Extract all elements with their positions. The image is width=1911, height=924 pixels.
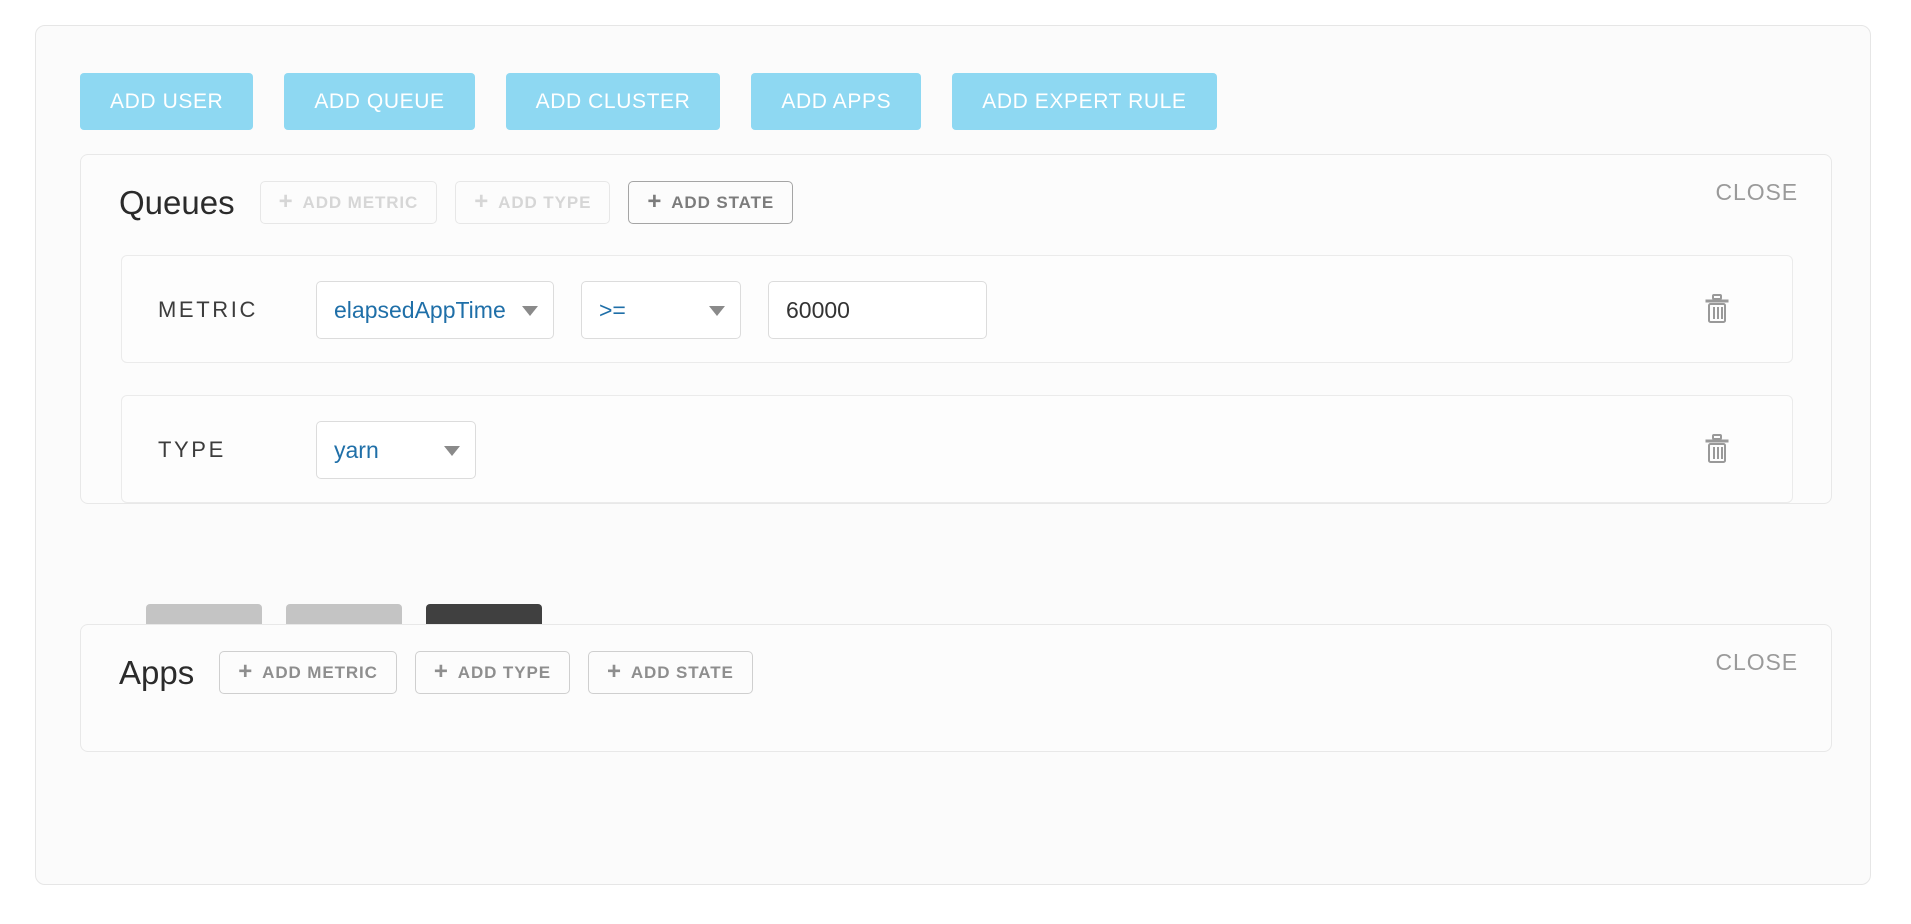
queues-add-type-label: ADD TYPE [498,192,592,212]
delete-metric-condition-button[interactable] [1704,294,1730,324]
chevron-down-icon [444,446,460,456]
condition-label-type: TYPE [158,437,226,462]
rule-builder-page: ADD USER ADD QUEUE ADD CLUSTER ADD APPS … [0,0,1911,924]
add-apps-button[interactable]: ADD APPS [751,73,922,130]
metric-name-value: elapsedAppTime [334,296,506,323]
add-expert-rule-button[interactable]: ADD EXPERT RULE [952,73,1217,130]
apps-add-metric-label: ADD METRIC [262,662,378,682]
chevron-down-icon [709,306,725,316]
queues-add-state-button[interactable]: + ADD STATE [628,181,794,224]
apps-add-state-label: ADD STATE [630,662,734,682]
condition-label-metric: METRIC [158,297,258,322]
condition-fields-metric: elapsedAppTime >= [316,256,987,364]
condition-row-type: TYPE yarn [121,395,1793,503]
queues-title: Queues [119,183,235,221]
apps-title: Apps [119,653,195,691]
delete-type-condition-button[interactable] [1704,434,1730,464]
queues-add-metric-button[interactable]: + ADD METRIC [259,181,438,224]
queues-add-metric-label: ADD METRIC [302,192,419,212]
plus-icon: + [474,187,490,215]
add-user-button[interactable]: ADD USER [80,73,254,130]
queues-add-state-label: ADD STATE [671,192,775,212]
condition-fields-type: yarn [316,396,476,504]
apps-add-metric-button[interactable]: + ADD METRIC [219,651,397,694]
type-value-select[interactable]: yarn [316,421,476,479]
type-value: yarn [334,436,379,463]
apps-close-link[interactable]: CLOSE [1716,649,1798,676]
metric-name-select[interactable]: elapsedAppTime [316,281,554,339]
apps-add-type-label: ADD TYPE [457,662,551,682]
apps-add-state-button[interactable]: + ADD STATE [587,651,753,694]
apps-panel: Apps + ADD METRIC + ADD TYPE + ADD STATE… [80,624,1832,752]
chevron-down-icon [522,306,538,316]
queues-add-type-button[interactable]: + ADD TYPE [455,181,611,224]
plus-icon: + [238,657,254,685]
trash-icon [1705,294,1729,323]
metric-operator-value: >= [599,296,626,323]
metric-operator-select[interactable]: >= [581,281,741,339]
add-queue-button[interactable]: ADD QUEUE [284,73,475,130]
queues-panel: Queues + ADD METRIC + ADD TYPE + ADD STA… [80,154,1832,504]
metric-threshold-input[interactable] [768,281,987,339]
apps-panel-header: Apps + ADD METRIC + ADD TYPE + ADD STATE [119,651,753,694]
plus-icon: + [606,657,622,685]
plus-icon: + [433,657,449,685]
queues-close-link[interactable]: CLOSE [1716,179,1798,206]
plus-icon: + [278,187,294,215]
rule-container: ADD USER ADD QUEUE ADD CLUSTER ADD APPS … [35,25,1871,885]
trash-icon [1705,434,1729,463]
queues-panel-header: Queues + ADD METRIC + ADD TYPE + ADD STA… [119,181,794,224]
apps-add-type-button[interactable]: + ADD TYPE [414,651,570,694]
add-cluster-button[interactable]: ADD CLUSTER [505,73,721,130]
condition-row-metric: METRIC elapsedAppTime >= [121,255,1793,363]
top-action-bar: ADD USER ADD QUEUE ADD CLUSTER ADD APPS … [80,73,1217,130]
plus-icon: + [647,187,663,215]
